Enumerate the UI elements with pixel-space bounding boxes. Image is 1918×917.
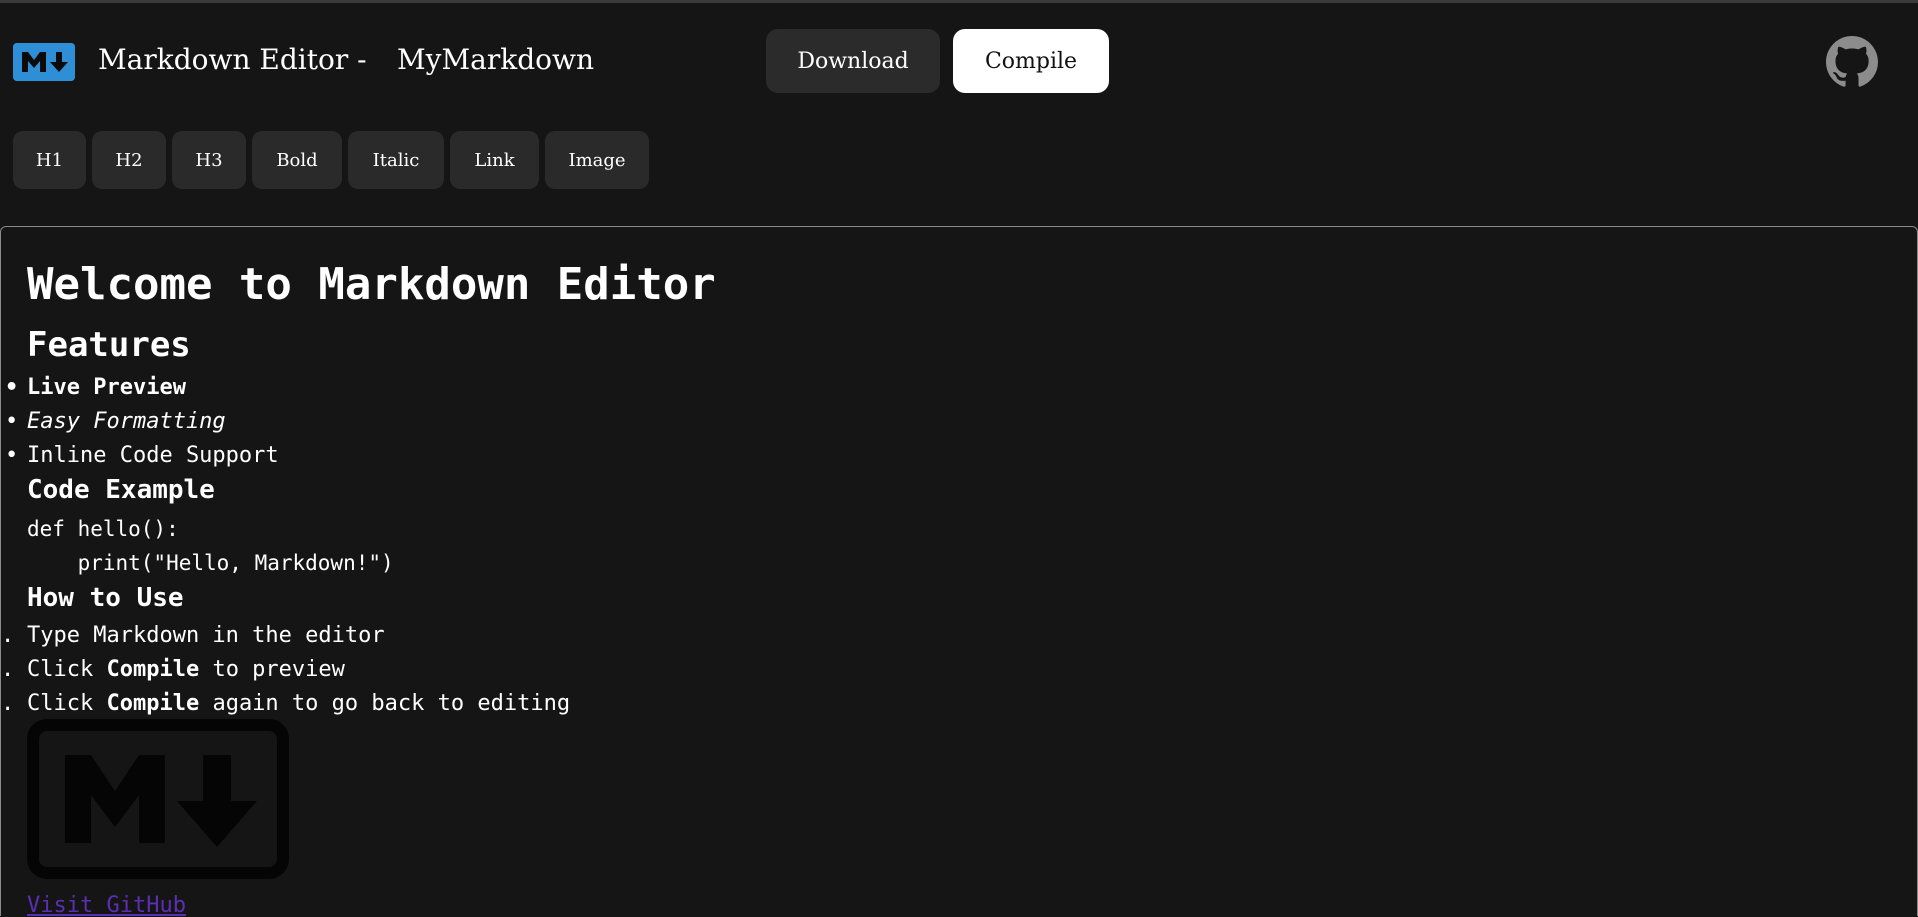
bold-button[interactable]: Bold: [252, 131, 342, 189]
feature-text: Inline Code Support: [27, 443, 279, 468]
bullet-icon: •: [5, 443, 19, 468]
step-text: Type Markdown in the editor: [27, 623, 385, 648]
step-item: . Click Compile to preview: [1, 657, 345, 682]
link-button[interactable]: Link: [450, 131, 539, 189]
step-text: to preview: [199, 657, 345, 682]
feature-item: • Easy Formatting: [5, 409, 226, 434]
italic-button[interactable]: Italic: [348, 131, 444, 189]
markdown-preview[interactable]: Welcome to Markdown Editor Features • Li…: [0, 226, 1918, 916]
howto-heading: How to Use: [27, 583, 184, 613]
feature-text: Live Preview: [27, 375, 186, 400]
h2-button[interactable]: H2: [92, 131, 166, 189]
image-button[interactable]: Image: [545, 131, 649, 189]
step-item: . Click Compile again to go back to edit…: [1, 691, 571, 716]
download-button[interactable]: Download: [766, 29, 940, 93]
github-icon[interactable]: [1826, 36, 1878, 88]
bullet-icon: •: [5, 409, 19, 434]
markdown-logo-image: [27, 719, 289, 879]
step-item: . Type Markdown in the editor: [1, 623, 385, 648]
step-bold-text: Compile: [106, 657, 200, 682]
feature-text: Easy Formatting: [27, 409, 226, 434]
code-heading: Code Example: [27, 475, 215, 505]
markdown-logo-icon: [13, 43, 75, 81]
visit-github-link[interactable]: Visit GitHub: [27, 893, 186, 916]
step-text: again to go back to editing: [199, 691, 571, 716]
step-bold-text: Compile: [106, 691, 200, 716]
code-line: print("Hello, Markdown!"): [27, 551, 394, 575]
h3-button[interactable]: H3: [172, 131, 246, 189]
feature-item: • Live Preview: [5, 375, 186, 400]
document-name[interactable]: MyMarkdown: [397, 43, 594, 76]
features-heading: Features: [27, 325, 191, 365]
preview-h1: Welcome to Markdown Editor: [27, 259, 716, 310]
step-text: Click: [27, 657, 107, 682]
step-text: Click: [27, 691, 107, 716]
format-toolbar: H1 H2 H3 Bold Italic Link Image: [13, 131, 649, 189]
compile-button[interactable]: Compile: [953, 29, 1109, 93]
step-marker: .: [1, 623, 15, 648]
code-line: def hello():: [27, 517, 179, 541]
header: Markdown Editor - MyMarkdown Download Co…: [0, 3, 1918, 121]
feature-item: • Inline Code Support: [5, 443, 279, 468]
h1-button[interactable]: H1: [13, 131, 86, 189]
bullet-icon: •: [5, 375, 19, 400]
step-marker: .: [1, 691, 15, 716]
app-title: Markdown Editor -: [98, 43, 367, 76]
step-marker: .: [1, 657, 15, 682]
